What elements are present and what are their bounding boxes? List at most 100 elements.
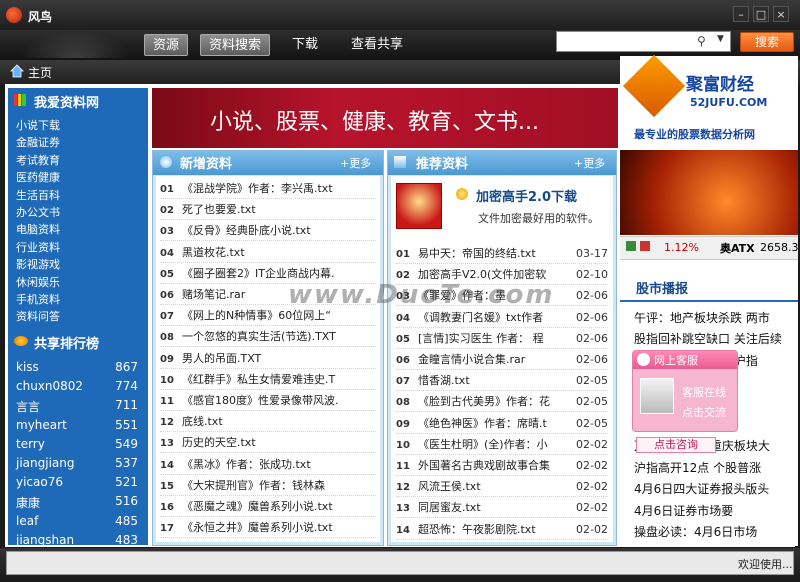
- list-item-title[interactable]: 《脸到古代美男》作者：花: [418, 395, 550, 408]
- list-item[interactable]: 01 《混战学院》作者：李兴禹.txt: [160, 178, 376, 199]
- list-item-title[interactable]: 风流王侯.txt: [418, 480, 481, 493]
- list-item[interactable]: 13 同居蜜友.txt 02-02: [396, 497, 608, 519]
- list-item-title[interactable]: 《永恒之井》魔兽系列小说.txt: [182, 521, 333, 534]
- list-item[interactable]: 12 底线.txt: [160, 411, 376, 433]
- list-item-title[interactable]: 《大宋提刑官》作者：钱林森: [182, 479, 325, 492]
- list-item-title[interactable]: 黑道枚花.txt: [182, 246, 245, 259]
- list-item[interactable]: 11 《感官180度》性爱录像带风波.: [160, 390, 376, 411]
- sidebar-item[interactable]: 影视游戏: [16, 256, 60, 272]
- list-item-title[interactable]: 《网上的N种情事》60位网上“: [182, 309, 331, 322]
- chevron-down-icon[interactable]: ▼: [717, 34, 724, 44]
- sidebar-item[interactable]: 休闲娱乐: [16, 274, 60, 290]
- home-icon[interactable]: [10, 64, 24, 78]
- list-item[interactable]: 12 风流王侯.txt 02-02: [396, 476, 608, 498]
- list-item[interactable]: 03 《反骨》经典卧底小说.txt: [160, 220, 376, 242]
- list-item[interactable]: 10 《红群手》私生女情爱难违史.T: [160, 369, 376, 390]
- list-item-title[interactable]: 同居蜜友.txt: [418, 501, 481, 514]
- chat-action[interactable]: 点击交流: [682, 404, 726, 420]
- news-item[interactable]: 午评：地产板块杀跌 两市: [634, 309, 798, 327]
- list-item-title[interactable]: 《恶魔之魂》魔兽系列小说.txt: [182, 500, 333, 513]
- ranking-user[interactable]: 言言: [16, 398, 40, 415]
- tab-search[interactable]: 资料搜索: [200, 34, 271, 56]
- maximize-button[interactable]: □: [753, 6, 769, 22]
- news-item[interactable]: 4月6日四大证券报头版头: [634, 480, 798, 498]
- ranking-user[interactable]: yicao76: [16, 475, 63, 489]
- list-item[interactable]: 05 [言情]实习医生 作者： 程 02-06: [396, 328, 608, 349]
- sidebar-item[interactable]: 小说下载: [16, 117, 60, 133]
- tab-resources[interactable]: 资源: [144, 34, 189, 56]
- list-item[interactable]: 17 《永恒之井》魔兽系列小说.txt: [160, 517, 376, 539]
- list-item-title[interactable]: 赌场笔记.rar: [182, 288, 245, 301]
- new-more-link[interactable]: +更多: [340, 155, 371, 171]
- list-item[interactable]: 13 历史的天空.txt: [160, 432, 376, 454]
- ranking-user[interactable]: terry: [16, 437, 45, 451]
- list-item-title[interactable]: 金瞳言情小说合集.rar: [418, 353, 525, 366]
- sidebar-item[interactable]: 医药健康: [16, 169, 60, 185]
- list-item-title[interactable]: 男人的吊面.TXT: [182, 352, 261, 365]
- list-item[interactable]: 01 易中天：帝国的终结.txt 03-17: [396, 243, 608, 264]
- list-item[interactable]: 11 外国著名古典戏剧故事合集 02-02: [396, 455, 608, 476]
- list-item[interactable]: 06 金瞳言情小说合集.rar 02-06: [396, 349, 608, 370]
- rec-more-link[interactable]: +更多: [574, 155, 605, 171]
- list-item-title[interactable]: 死了也要爱.txt: [182, 203, 256, 216]
- list-item-title[interactable]: 《混战学院》作者：李兴禹.txt: [182, 182, 333, 195]
- list-item-title[interactable]: 《医生杜明》(全)作者：小: [418, 438, 548, 451]
- sidebar-item[interactable]: 考试教育: [16, 152, 60, 168]
- list-item[interactable]: 09 男人的吊面.TXT: [160, 348, 376, 369]
- feature-title[interactable]: 加密高手2.0下载: [476, 186, 577, 205]
- ticker-prev-icon[interactable]: [626, 241, 636, 251]
- list-item-title[interactable]: [言情]实习医生 作者： 程: [418, 332, 544, 345]
- news-item[interactable]: 4月6日证券市场要: [634, 502, 798, 520]
- news-item[interactable]: 沪指高开12点 个股普涨: [634, 459, 798, 477]
- list-item-title[interactable]: 《调教妻门名媛》txt作者: [418, 311, 543, 324]
- ranking-user[interactable]: jiangjiang: [16, 456, 75, 470]
- ranking-user[interactable]: myheart: [16, 418, 67, 432]
- list-item-title[interactable]: 惜香湖.txt: [418, 374, 470, 387]
- list-item-title[interactable]: 《黑冰》作者：张成功.txt: [182, 458, 311, 471]
- list-item[interactable]: 10 《医生杜明》(全)作者：小 02-02: [396, 434, 608, 455]
- chat-consult-button[interactable]: 点击咨询: [636, 437, 716, 453]
- ranking-user[interactable]: jiangshan: [16, 533, 74, 547]
- list-item[interactable]: 15 《大宋提刑官》作者：钱林森: [160, 475, 376, 496]
- list-item[interactable]: 07 惜香湖.txt 02-05: [396, 370, 608, 392]
- close-button[interactable]: ×: [773, 6, 789, 22]
- ranking-user[interactable]: leaf: [16, 514, 38, 528]
- tab-view-share[interactable]: 查看共享: [343, 34, 411, 56]
- tab-download[interactable]: 下载: [284, 34, 326, 56]
- ad-bull-image[interactable]: [620, 150, 798, 235]
- sidebar-item[interactable]: 生活百科: [16, 187, 60, 203]
- list-item-title[interactable]: 历史的天空.txt: [182, 436, 256, 449]
- ranking-user[interactable]: kiss: [16, 360, 39, 374]
- search-input[interactable]: [559, 33, 689, 50]
- list-item[interactable]: 14 《黑冰》作者：张成功.txt: [160, 454, 376, 475]
- search-button[interactable]: 搜索: [740, 32, 794, 52]
- list-item-title[interactable]: 一个忽悠的真实生活(节选).TXT: [182, 330, 336, 343]
- ticker-next-icon[interactable]: [640, 241, 650, 251]
- list-item[interactable]: 08 《脸到古代美男》作者：花 02-05: [396, 391, 608, 413]
- list-item-title[interactable]: 超恐怖：午夜影剧院.txt: [418, 523, 536, 536]
- list-item-title[interactable]: 《圈子圈套2》IT企业商战内幕.: [182, 267, 334, 280]
- feature-image[interactable]: [396, 183, 442, 229]
- search-icon[interactable]: ⚲: [697, 34, 706, 48]
- news-item[interactable]: 股指回补跳空缺口 关注后续: [634, 330, 798, 348]
- ranking-user[interactable]: 康康: [16, 494, 40, 511]
- list-item[interactable]: 09 《绝色神医》作者：席晴.t 02-05: [396, 413, 608, 434]
- list-item-title[interactable]: 易中天：帝国的终结.txt: [418, 247, 536, 260]
- list-item-title[interactable]: 《红群手》私生女情爱难违史.T: [182, 373, 335, 386]
- list-item[interactable]: 02 死了也要爱.txt: [160, 199, 376, 221]
- minimize-button[interactable]: –: [733, 6, 749, 22]
- home-link[interactable]: 主页: [28, 64, 52, 81]
- sidebar-item[interactable]: 金融证券: [16, 134, 60, 150]
- list-item-title[interactable]: 《感官180度》性爱录像带风波.: [182, 394, 339, 407]
- sidebar-item[interactable]: 办公文书: [16, 204, 60, 220]
- list-item[interactable]: 16 《恶魔之魂》魔兽系列小说.txt: [160, 496, 376, 517]
- ranking-user[interactable]: chuxn0802: [16, 379, 83, 393]
- news-item[interactable]: 操盘必读：4月6日市场: [634, 523, 798, 541]
- list-item-title[interactable]: 外国著名古典戏剧故事合集: [418, 459, 550, 472]
- sidebar-item[interactable]: 手机资料: [16, 291, 60, 307]
- sidebar-item[interactable]: 电脑资料: [16, 221, 60, 237]
- sidebar-item[interactable]: 资料问答: [16, 308, 60, 324]
- list-item[interactable]: 14 超恐怖：午夜影剧院.txt 02-02: [396, 519, 608, 540]
- list-item-title[interactable]: 《反骨》经典卧底小说.txt: [182, 224, 311, 237]
- sidebar-item[interactable]: 行业资料: [16, 239, 60, 255]
